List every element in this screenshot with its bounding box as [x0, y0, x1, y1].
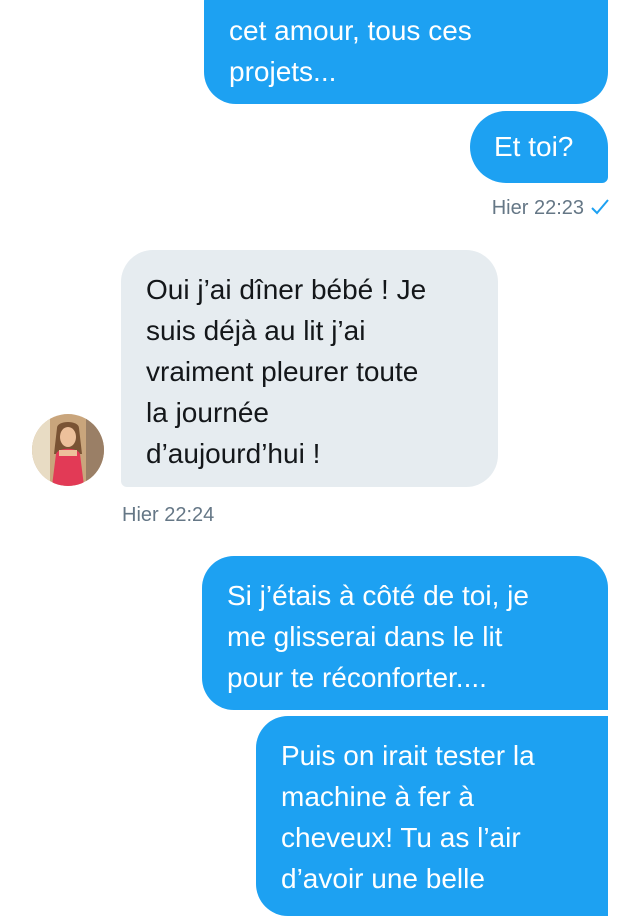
timestamp-text: Hier 22:23 — [491, 197, 584, 219]
outgoing-message-bubble[interactable]: Si j’étais à côté de toi, je me glissera… — [202, 556, 608, 710]
checkmark-icon — [590, 198, 610, 222]
incoming-message-bubble[interactable]: Oui j’ai dîner bébé ! Je suis déjà au li… — [121, 250, 498, 487]
message-thread: cet amour, tous ces projets... Et toi? H… — [0, 0, 640, 916]
contact-avatar-photo — [32, 414, 104, 486]
message-timestamp: Hier 22:24 — [122, 504, 215, 526]
outgoing-message-bubble[interactable]: Puis on irait tester la machine à fer à … — [256, 716, 608, 916]
contact-avatar[interactable] — [32, 414, 104, 486]
outgoing-message-bubble[interactable]: Et toi? — [470, 111, 608, 183]
message-timestamp: Hier 22:23 — [492, 196, 610, 222]
outgoing-message-bubble[interactable]: cet amour, tous ces projets... — [204, 0, 608, 104]
